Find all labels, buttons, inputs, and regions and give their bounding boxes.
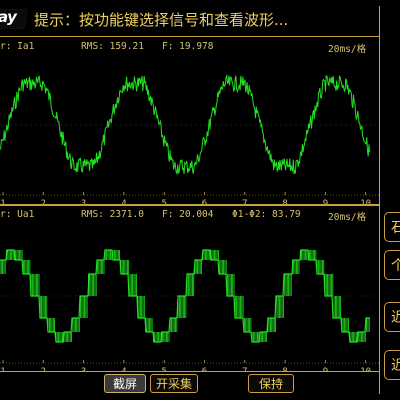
voltage-waveform-plot: 1 2 3 4 5 6 7 8 9 10 <box>0 249 379 371</box>
time-scale: 20ms/格 <box>328 44 367 55</box>
frequency-readout: F: 20.004 <box>162 209 214 220</box>
right-divider <box>379 6 380 394</box>
axis-tick-label: 10 <box>360 367 371 371</box>
voltage-waveform-panel[interactable]: r: Ua1 RMS: 2371.0 F: 20.004 Φ1-Φ2: 83.7… <box>0 204 379 372</box>
hold-button[interactable]: 保持 <box>248 374 294 393</box>
axis-tick-label: 1 <box>0 367 5 371</box>
axis-tick-label: 5 <box>161 367 166 371</box>
current-waveform-panel[interactable]: r: Ia1 RMS: 159.21 F: 19.978 20ms/格 1234… <box>0 36 379 206</box>
frequency-readout: F: 19.978 <box>162 41 214 52</box>
axis-tick-label: 3 <box>81 367 86 371</box>
axis-tick-label: 6 <box>202 367 207 371</box>
axis-tick-label: 7 <box>242 367 247 371</box>
axis-tick-label: 8 <box>282 367 287 371</box>
axis-tick-label: 2 <box>41 367 46 371</box>
axis-tick-label: 4 <box>121 367 126 371</box>
side-function-key-1[interactable]: 石 <box>384 212 400 242</box>
prompt-message: 提示：按功能键选择信号和查看波形... <box>34 11 289 29</box>
rms-readout: RMS: 159.21 <box>81 41 144 52</box>
side-function-key-4[interactable]: 近 <box>384 350 400 380</box>
header-bar: ay 提示：按功能键选择信号和查看波形... <box>0 0 400 38</box>
channel-label: r: Ia1 <box>0 41 35 52</box>
time-scale: 20ms/格 <box>328 212 367 223</box>
current-waveform-plot: 1 2 3 4 5 6 7 8 9 10 <box>0 73 379 205</box>
rms-readout: RMS: 2371.0 <box>81 209 144 220</box>
side-function-key-3[interactable]: 近 <box>384 302 400 332</box>
axis-tick-label: 9 <box>323 367 328 371</box>
side-function-key-2[interactable]: 个 <box>384 250 400 280</box>
screenshot-button[interactable]: 截屏 <box>104 374 146 393</box>
channel-label: r: Ua1 <box>0 209 35 220</box>
brand-logo: ay <box>0 8 17 26</box>
phase-readout: Φ1-Φ2: 83.79 <box>232 209 301 220</box>
start-capture-button[interactable]: 开采集 <box>150 374 198 393</box>
